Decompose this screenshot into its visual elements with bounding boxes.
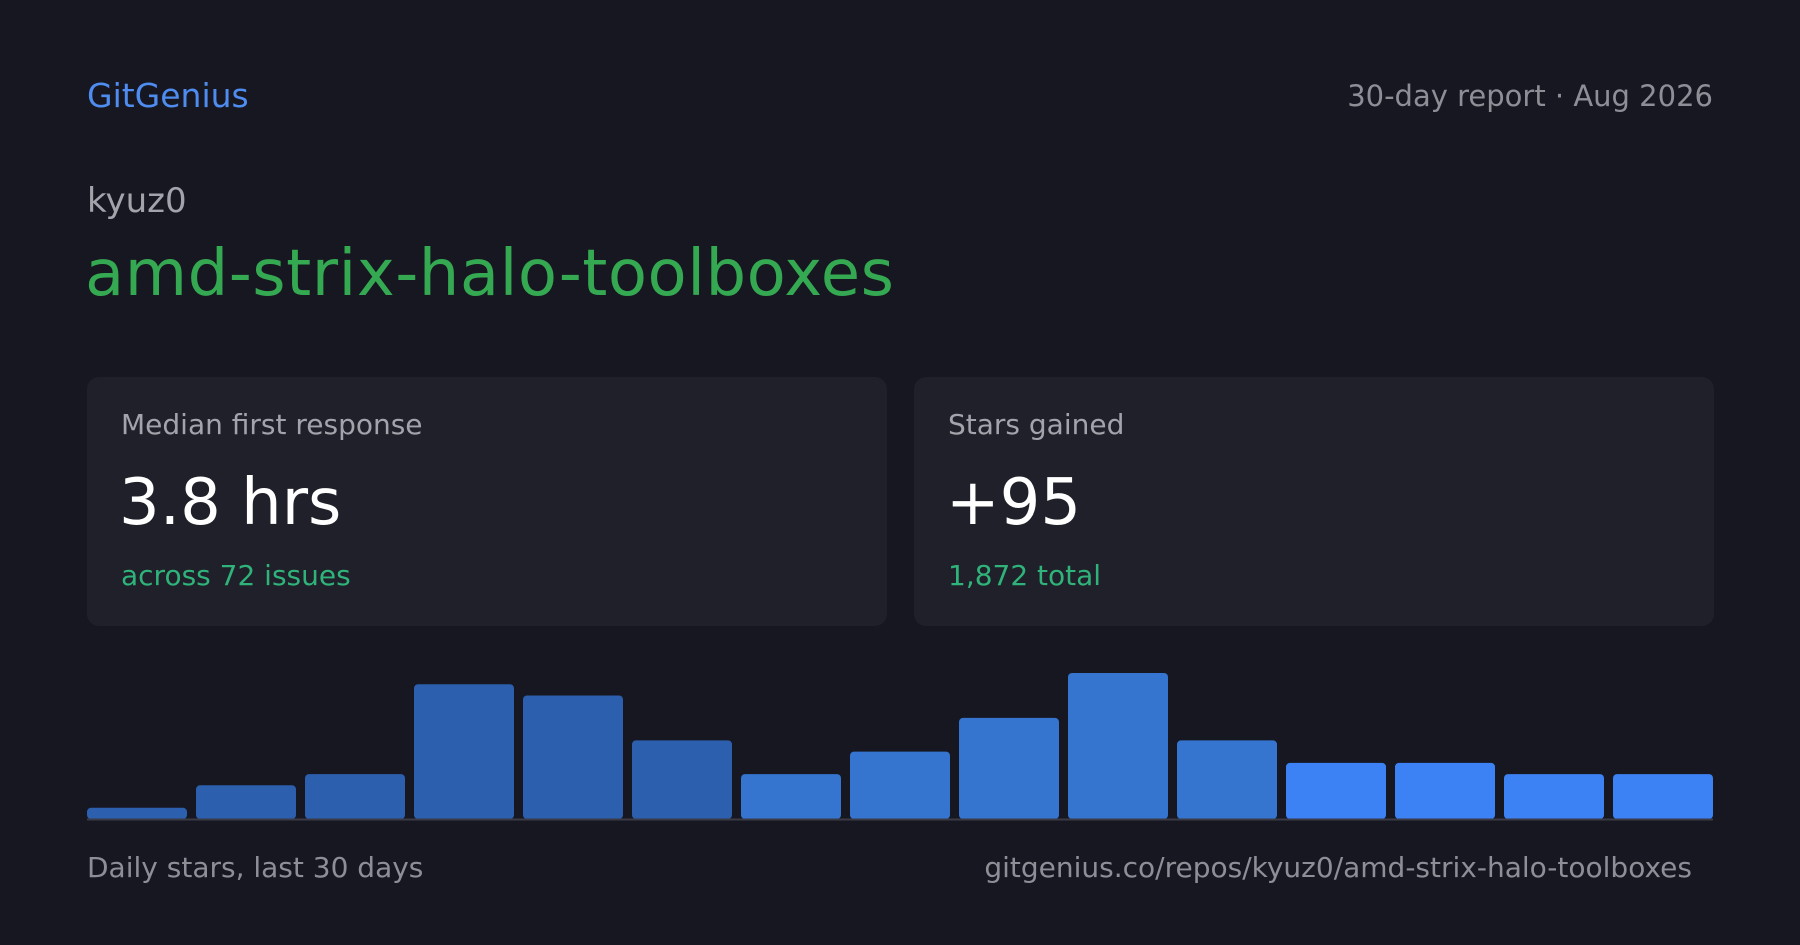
daily-stars-bar [87,807,187,819]
daily-stars-bar [523,695,623,819]
repo-owner: kyuz0 [87,181,187,221]
median-response-label: Median first response [121,408,423,441]
chart-caption: Daily stars, last 30 days [87,851,424,884]
repo-name: amd-strix-halo-toolboxes [85,237,895,311]
daily-stars-bar [632,740,732,819]
daily-stars-bar [305,774,405,819]
daily-stars-bar [1068,673,1168,819]
daily-stars-bar [1613,774,1713,819]
daily-stars-bar [1504,774,1604,819]
daily-stars-bar [1177,740,1277,819]
report-period: 30-day report · Aug 2026 [1347,79,1713,113]
daily-stars-bar [1286,762,1386,819]
median-response-value: 3.8 hrs [119,466,342,540]
stars-gained-label: Stars gained [948,408,1125,441]
daily-stars-bar [414,684,514,819]
daily-stars-bar [850,751,950,819]
daily-stars-bar [1395,762,1495,819]
median-response-card: Median first response 3.8 hrs across 72 … [87,377,887,626]
stars-total: 1,872 total [948,559,1102,592]
median-response-sub: across 72 issues [121,559,351,592]
repo-url[interactable]: gitgenius.co/repos/kyuz0/amd-strix-halo-… [984,852,1692,884]
brand-logo[interactable]: GitGenius [87,77,249,114]
daily-stars-bar [196,785,296,819]
daily-stars-bar [741,774,841,819]
stars-gained-value: +95 [946,466,1082,540]
stars-gained-card: Stars gained +95 1,872 total [914,377,1714,626]
daily-stars-bar [959,717,1059,819]
daily-stars-chart [87,673,1713,821]
